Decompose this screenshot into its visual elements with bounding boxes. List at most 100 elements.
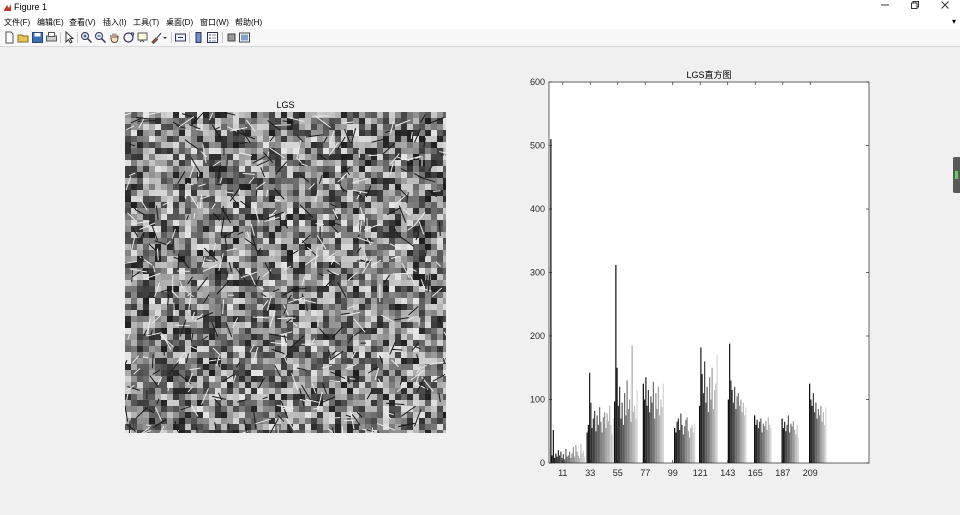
image-pixel [443, 286, 446, 292]
image-pixel [437, 142, 443, 148]
zoom-out-icon[interactable] [94, 31, 107, 44]
menu-view[interactable]: 查看(V) [69, 17, 96, 28]
menu-insert[interactable]: 插入(I) [103, 17, 127, 28]
image-pixel [305, 406, 311, 412]
histogram-bar [597, 424, 599, 463]
image-pixel [167, 196, 173, 202]
image-pixel [269, 256, 275, 262]
image-pixel [413, 124, 419, 130]
side-dock-handle[interactable] [953, 157, 960, 193]
image-pixel [137, 292, 143, 298]
image-pixel [443, 166, 446, 172]
image-pixel [365, 334, 371, 340]
histogram-bar [611, 434, 613, 463]
image-pixel [191, 400, 197, 406]
image-pixel [389, 382, 395, 388]
image-pixel [413, 250, 419, 256]
image-pixel [287, 232, 293, 238]
image-pixel [359, 352, 365, 358]
edit-plot-arrow-icon[interactable] [63, 31, 76, 44]
image-pixel [371, 184, 377, 190]
image-pixel [401, 124, 407, 130]
image-pixel [401, 364, 407, 370]
image-pixel [353, 142, 359, 148]
menu-tools[interactable]: 工具(T) [133, 17, 159, 28]
image-pixel [293, 316, 299, 322]
image-pixel [149, 352, 155, 358]
histogram-bar [647, 389, 649, 463]
image-pixel [329, 166, 335, 172]
save-icon[interactable] [31, 31, 44, 44]
image-pixel [191, 232, 197, 238]
image-pixel [167, 310, 173, 316]
image-pixel [233, 286, 239, 292]
menu-desktop[interactable]: 桌面(D) [166, 17, 193, 28]
image-pixel [155, 334, 161, 340]
print-icon[interactable] [45, 31, 58, 44]
image-pixel [383, 130, 389, 136]
close-button[interactable] [930, 0, 960, 15]
histogram-bar [795, 434, 797, 463]
image-pixel [227, 364, 233, 370]
image-pixel [437, 238, 443, 244]
brush-dropdown-icon[interactable] [162, 31, 168, 44]
image-pixel [131, 292, 137, 298]
image-pixel [335, 316, 341, 322]
image-pixel [419, 394, 425, 400]
image-pixel [131, 328, 137, 334]
hide-plot-tools-icon[interactable] [225, 31, 238, 44]
image-pixel [377, 196, 383, 202]
minimize-button[interactable] [870, 0, 900, 15]
pan-hand-icon[interactable] [108, 31, 121, 44]
image-pixel [317, 358, 323, 364]
insert-legend-icon[interactable] [206, 31, 219, 44]
image-pixel [131, 130, 137, 136]
menu-file[interactable]: 文件(F) [4, 17, 30, 28]
histogram-bar [714, 389, 716, 463]
menu-window[interactable]: 窗口(W) [200, 17, 229, 28]
image-pixel [365, 388, 371, 394]
image-pixel [299, 340, 305, 346]
data-cursor-icon[interactable] [136, 31, 149, 44]
image-pixel [335, 322, 341, 328]
image-pixel [161, 364, 167, 370]
image-pixel [245, 400, 251, 406]
image-pixel [401, 172, 407, 178]
image-pixel [209, 142, 215, 148]
image-pixel [413, 190, 419, 196]
histogram-bar [570, 457, 572, 463]
image-pixel [431, 208, 437, 214]
link-plot-icon[interactable] [174, 31, 187, 44]
image-pixel [275, 142, 281, 148]
new-figure-icon[interactable] [3, 31, 16, 44]
image-texture [125, 112, 446, 433]
image-pixel [185, 424, 191, 430]
restore-button[interactable] [900, 0, 930, 15]
image-pixel [383, 160, 389, 166]
image-pixel [425, 208, 431, 214]
menu-overflow-icon[interactable]: ▾ [952, 17, 956, 26]
menu-help[interactable]: 帮助(H) [235, 17, 262, 28]
x-tick-label: 77 [640, 468, 650, 478]
image-pixel [317, 418, 323, 424]
image-pixel [179, 214, 185, 220]
image-pixel [245, 250, 251, 256]
insert-colorbar-icon[interactable] [192, 31, 205, 44]
rotate-3d-icon[interactable] [122, 31, 135, 44]
image-pixel [185, 274, 191, 280]
image-pixel [275, 202, 281, 208]
image-pixel [413, 262, 419, 268]
image-pixel [317, 166, 323, 172]
image-pixel [335, 388, 341, 394]
image-pixel [131, 406, 137, 412]
image-pixel [401, 346, 407, 352]
zoom-in-icon[interactable] [80, 31, 93, 44]
menu-edit[interactable]: 编辑(E) [37, 17, 64, 28]
image-pixel [317, 160, 323, 166]
image-pixel [125, 160, 131, 166]
open-file-icon[interactable] [17, 31, 30, 44]
image-pixel [239, 220, 245, 226]
show-plot-tools-icon[interactable] [238, 31, 251, 44]
image-pixel [317, 364, 323, 370]
image-pixel [263, 394, 269, 400]
